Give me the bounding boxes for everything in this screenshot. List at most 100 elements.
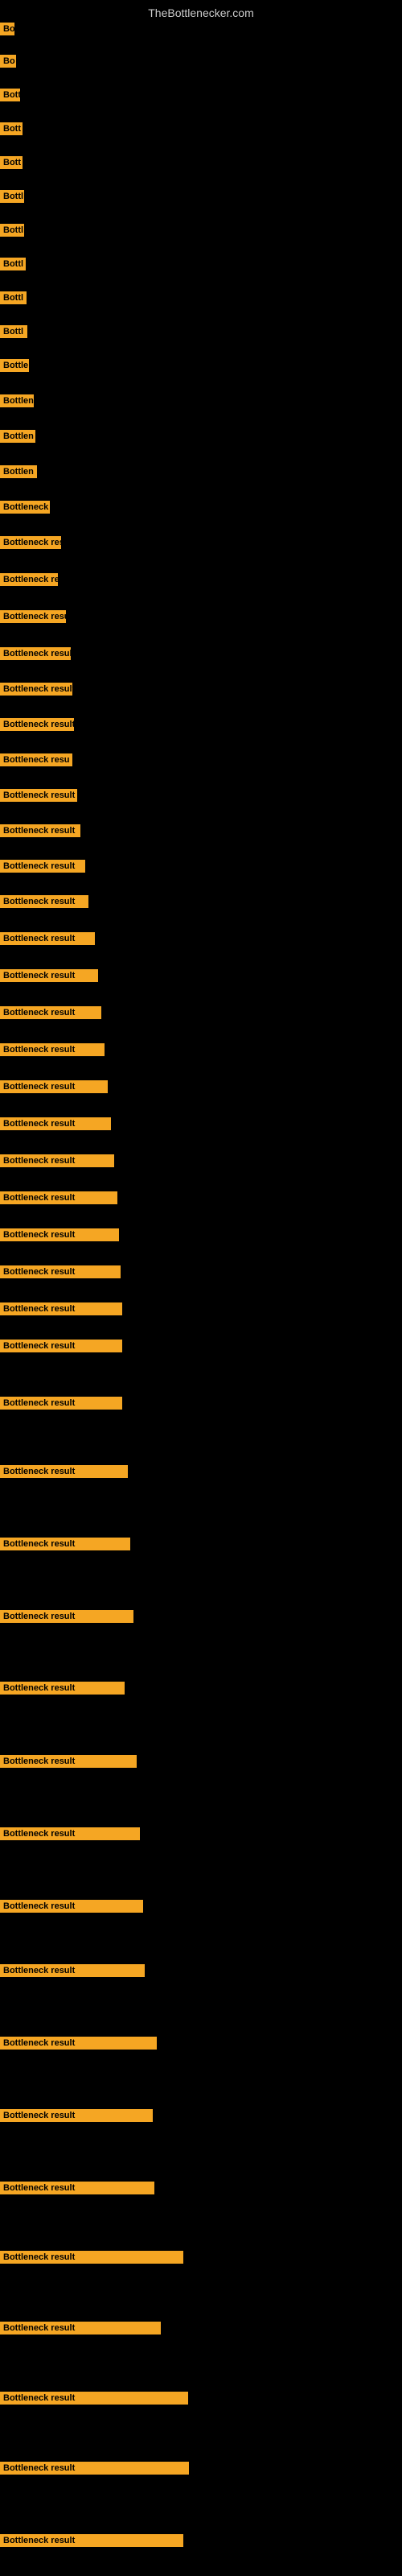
bar-label: Bott (0, 89, 20, 101)
bar-item[interactable]: Bottleneck result (0, 2109, 153, 2126)
bar-item[interactable]: Bottleneck r (0, 501, 50, 518)
bar-label: Bottleneck result (0, 683, 72, 696)
bar-label: Bott (0, 122, 23, 135)
bar-item[interactable]: Bottleneck result (0, 969, 98, 986)
bar-label: Bottleneck result (0, 1755, 137, 1768)
bar-label: Bottleneck result (0, 2462, 189, 2475)
bar-item[interactable]: Bottleneck re (0, 573, 58, 590)
bar-item[interactable]: Bottleneck result (0, 1340, 122, 1356)
bar-item[interactable]: Bo (0, 55, 16, 72)
bar-item[interactable]: Bottleneck result (0, 1154, 114, 1171)
bar-label: Bottleneck result (0, 1964, 145, 1977)
bar-item[interactable]: Bottleneck result (0, 718, 74, 735)
bar-label: Bottleneck result (0, 824, 80, 837)
bar-item[interactable]: Bottleneck result (0, 647, 71, 664)
bar-label: Bottl (0, 258, 26, 270)
bar-label: Bottleneck result (0, 2392, 188, 2405)
bar-label: Bottleneck result (0, 895, 88, 908)
bar-item[interactable]: Bottlen (0, 430, 35, 447)
bar-label: Bottleneck result (0, 1228, 119, 1241)
bar-label: Bottleneck r (0, 501, 50, 514)
bar-label: Bottleneck result (0, 1154, 114, 1167)
bar-label: Bottleneck result (0, 1397, 122, 1410)
bar-label: Bottlen (0, 394, 34, 407)
bar-label: Bottleneck result (0, 969, 98, 982)
bar-item[interactable]: Bottleneck result (0, 1265, 121, 1282)
bar-label: Bott (0, 156, 23, 169)
bar-label: Bottleneck result (0, 1265, 121, 1278)
bar-item[interactable]: Bottleneck result (0, 2462, 189, 2479)
bar-label: Bottleneck result (0, 2251, 183, 2264)
bar-label: Bottleneck result (0, 1043, 105, 1056)
bar-item[interactable]: Bottl (0, 258, 26, 275)
bar-item[interactable]: Bottleneck result (0, 895, 88, 912)
bar-label: Bottleneck result (0, 1117, 111, 1130)
bar-item[interactable]: Bottleneck result (0, 1827, 140, 1844)
bar-item[interactable]: Bott (0, 89, 20, 105)
bar-item[interactable]: Bottleneck resu (0, 753, 72, 770)
bar-item[interactable]: Bottleneck result (0, 2322, 161, 2339)
bar-item[interactable]: Bottleneck result (0, 1080, 108, 1097)
bar-label: Bottleneck result (0, 2182, 154, 2194)
bar-item[interactable]: Bott (0, 156, 23, 173)
bar-label: Bottle (0, 359, 29, 372)
bar-item[interactable]: Bottleneck result (0, 1302, 122, 1319)
bar-label: Bottlen (0, 430, 35, 443)
bar-label: Bottleneck result (0, 2322, 161, 2334)
bar-label: Bottleneck result (0, 610, 66, 623)
bar-item[interactable]: Bottleneck result (0, 1465, 128, 1482)
bar-label: Bo (0, 55, 16, 68)
bar-label: Bottleneck result (0, 1900, 143, 1913)
bar-item[interactable]: Bottleneck result (0, 2392, 188, 2409)
bar-label: Bottleneck re (0, 573, 58, 586)
bar-label: Bottleneck result (0, 1080, 108, 1093)
bar-item[interactable]: Bottleneck result (0, 1755, 137, 1772)
bar-item[interactable]: Bottleneck result (0, 860, 85, 877)
bar-label: Bottleneck result (0, 1827, 140, 1840)
bar-item[interactable]: Bottlen (0, 394, 34, 411)
bar-label: Bottleneck result (0, 1610, 133, 1623)
bar-item[interactable]: Bottleneck result (0, 2182, 154, 2198)
bar-item[interactable]: Bottleneck result (0, 1397, 122, 1414)
bar-item[interactable]: Bottleneck result (0, 1538, 130, 1554)
bar-item[interactable]: Bottleneck result (0, 610, 66, 627)
bar-label: Bottleneck result (0, 1538, 130, 1550)
bar-item[interactable]: Bo (0, 23, 14, 39)
bar-label: Bottleneck result (0, 1340, 122, 1352)
bar-item[interactable]: Bottl (0, 325, 27, 342)
bar-item[interactable]: Bottleneck result (0, 1900, 143, 1917)
bar-item[interactable]: Bottleneck result (0, 1191, 117, 1208)
bar-label: Bottleneck result (0, 1006, 101, 1019)
bar-item[interactable]: Bottleneck result (0, 683, 72, 700)
bar-item[interactable]: Bottleneck result (0, 2251, 183, 2268)
bar-label: Bottleneck result (0, 718, 74, 731)
bar-label: Bottleneck resu (0, 536, 61, 549)
bar-item[interactable]: Bottleneck result (0, 932, 95, 949)
bar-item[interactable]: Bottleneck result (0, 2534, 183, 2551)
bar-label: Bottl (0, 224, 24, 237)
bar-item[interactable]: Bottl (0, 190, 24, 207)
bar-item[interactable]: Bottleneck result (0, 1228, 119, 1245)
bar-item[interactable]: Bottleneck result (0, 1117, 111, 1134)
bar-item[interactable]: Bottlen (0, 465, 37, 482)
bar-item[interactable]: Bottleneck result (0, 789, 77, 806)
bar-label: Bottleneck result (0, 2037, 157, 2050)
bar-item[interactable]: Bottleneck result (0, 824, 80, 841)
bar-label: Bottleneck result (0, 1191, 117, 1204)
bar-label: Bottleneck resu (0, 753, 72, 766)
bar-label: Bottl (0, 325, 27, 338)
bar-item[interactable]: Bottleneck result (0, 1610, 133, 1627)
bar-item[interactable]: Bottleneck result (0, 2037, 157, 2054)
bar-label: Bottleneck result (0, 2534, 183, 2547)
bar-item[interactable]: Bottleneck resu (0, 536, 61, 553)
bar-item[interactable]: Bottl (0, 224, 24, 241)
bar-label: Bo (0, 23, 14, 35)
bar-item[interactable]: Bottle (0, 359, 29, 376)
bar-label: Bottleneck result (0, 789, 77, 802)
bar-item[interactable]: Bottl (0, 291, 27, 308)
bar-item[interactable]: Bottleneck result (0, 1043, 105, 1060)
bar-item[interactable]: Bottleneck result (0, 1006, 101, 1023)
bar-item[interactable]: Bottleneck result (0, 1964, 145, 1981)
bar-item[interactable]: Bott (0, 122, 23, 139)
bar-item[interactable]: Bottleneck result (0, 1682, 125, 1699)
